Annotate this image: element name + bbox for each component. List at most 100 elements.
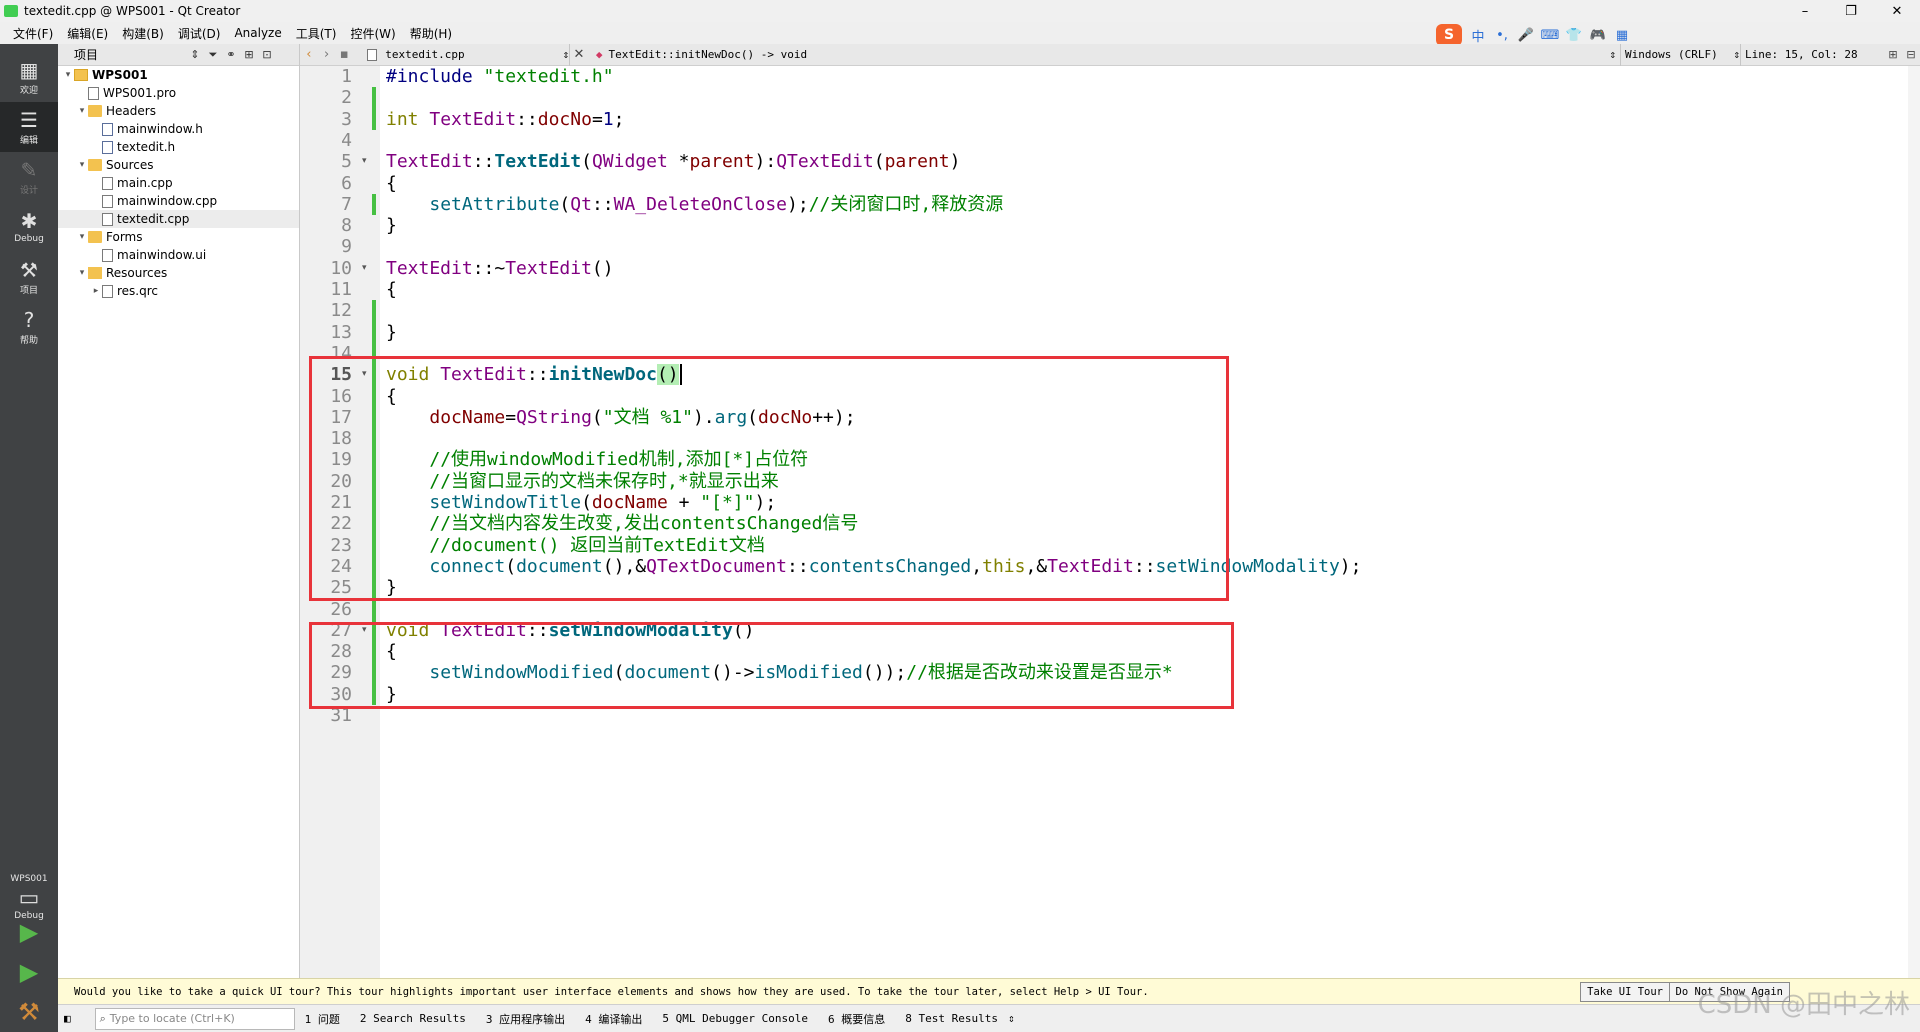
search-icon: ⌕ — [99, 1011, 106, 1025]
output-tab-compile-output[interactable]: 4 编译输出 — [575, 1011, 652, 1027]
output-tab-general-messages[interactable]: 6 概要信息 — [818, 1011, 895, 1027]
tree-item-label: Forms — [106, 230, 143, 244]
tree-item[interactable]: ▸ res.qrc — [58, 282, 299, 300]
line-number: 10 — [330, 258, 352, 279]
lock-icon — [88, 267, 102, 279]
output-tab-search-results[interactable]: 2 Search Results — [350, 1012, 476, 1025]
split-editor-icon[interactable]: ⊞ — [1884, 48, 1902, 61]
fold-arrow-icon[interactable]: ▾ — [362, 151, 367, 172]
code-line: { — [386, 279, 397, 300]
ime-skin-icon[interactable]: 👕 — [1566, 27, 1582, 43]
expand-down-icon[interactable]: ▾ — [76, 232, 88, 242]
tree-item-label: mainwindow.ui — [117, 248, 207, 262]
updown-arrow-icon[interactable]: ⇕ — [186, 48, 204, 61]
expand-down-icon[interactable]: ▾ — [76, 268, 88, 278]
close-panel-icon[interactable]: ⊡ — [258, 48, 276, 61]
tree-item[interactable]: mainwindow.h — [58, 120, 299, 138]
menu-build[interactable]: 构建(B) — [115, 25, 171, 42]
mode-welcome[interactable]: ▦ 欢迎 — [0, 52, 58, 102]
file-icon — [88, 86, 99, 100]
output-tab-test-results[interactable]: 8 Test Results — [895, 1012, 1008, 1025]
fold-arrow-icon[interactable]: ▾ — [362, 258, 367, 279]
menu-help[interactable]: 帮助(H) — [403, 25, 459, 42]
tree-item[interactable]: ▾ Headers — [58, 102, 299, 120]
ime-chinese-mode-icon[interactable]: 中 — [1470, 27, 1486, 45]
take-tour-button[interactable]: Take UI Tour — [1580, 982, 1670, 1002]
code-editor[interactable]: 1 2 3 4 5 ▾ 6 7 8 9 10 ▾ 11 12 13 14 15 ▾ 16 17 18 19 20 21 22 23… — [300, 66, 1920, 978]
pencil-icon: ✎ — [20, 157, 38, 182]
tour-message: Would you like to take a quick UI tour? … — [74, 985, 1149, 998]
forward-icon[interactable]: › — [318, 47, 336, 62]
expand-down-icon[interactable]: ▾ — [62, 70, 74, 80]
line-ending-selector[interactable]: Windows (CRLF) ⇕ — [1620, 43, 1740, 66]
ime-keyboard-icon[interactable]: ⌨ — [1541, 27, 1560, 43]
line-number: 13 — [330, 322, 352, 343]
tree-item[interactable]: ▾ Sources — [58, 156, 299, 174]
close-button[interactable]: ✕ — [1874, 0, 1920, 22]
tree-item[interactable]: mainwindow.cpp — [58, 192, 299, 210]
tree-item[interactable]: ▾ Forms — [58, 228, 299, 246]
symbol-combo[interactable]: ◆ TextEdit::initNewDoc() -> void ⇕ — [596, 44, 1620, 66]
output-tab-qml-console[interactable]: 5 QML Debugger Console — [652, 1012, 818, 1025]
expand-down-icon[interactable]: ▾ — [76, 160, 88, 170]
mode-edit[interactable]: ☰ 编辑 — [0, 102, 58, 152]
hfile-icon — [102, 140, 113, 154]
menu-widgets[interactable]: 控件(W) — [343, 25, 402, 42]
mode-projects[interactable]: ⚒ 项目 — [0, 252, 58, 302]
debug-run-button[interactable]: ▶ — [0, 954, 58, 990]
file-icon — [102, 212, 113, 226]
minimize-button[interactable]: – — [1782, 0, 1828, 22]
close-split-icon[interactable]: ⊟ — [1902, 48, 1920, 61]
tree-item[interactable]: WPS001.pro — [58, 84, 299, 102]
back-icon[interactable]: ‹ — [300, 47, 318, 62]
expand-right-icon[interactable]: ▸ — [90, 286, 102, 296]
ime-toolbox-icon[interactable]: ▦ — [1614, 27, 1630, 43]
build-button[interactable]: ⚒ — [0, 994, 58, 1030]
tree-item[interactable]: mainwindow.ui — [58, 246, 299, 264]
menu-debug[interactable]: 调试(D) — [171, 25, 228, 42]
mode-label: 欢迎 — [19, 85, 38, 96]
tree-item[interactable]: ▾ WPS001 — [58, 66, 299, 84]
tree-item[interactable]: textedit.cpp — [58, 210, 299, 228]
filter-icon[interactable]: ⏷ — [204, 48, 222, 62]
project-view-selector[interactable]: 项目 — [74, 46, 186, 63]
mode-label: 编辑 — [19, 135, 38, 146]
mode-debug[interactable]: ✱ Debug — [0, 202, 58, 252]
maximize-button[interactable]: ❐ — [1828, 0, 1874, 22]
ime-game-icon[interactable]: 🎮 — [1590, 27, 1606, 43]
line-number: 6 — [341, 173, 352, 194]
expand-down-icon[interactable]: ▾ — [76, 106, 88, 116]
open-documents-combo[interactable]: textedit.cpp ⇕ — [363, 43, 571, 66]
tree-item[interactable]: main.cpp — [58, 174, 299, 192]
qt-creator-app-icon — [4, 5, 18, 17]
output-tab-application-output[interactable]: 3 应用程序输出 — [476, 1011, 575, 1027]
ime-punctuation-icon[interactable]: •, — [1494, 27, 1510, 43]
code-line: } — [386, 215, 397, 236]
split-icon[interactable]: ⊞ — [240, 48, 258, 61]
mode-help[interactable]: ? 帮助 — [0, 302, 58, 352]
menu-edit[interactable]: 编辑(E) — [60, 25, 115, 42]
updown-arrow-icon[interactable]: ⇕ — [1008, 1012, 1015, 1025]
ime-voice-icon[interactable]: 🎤 — [1518, 27, 1534, 43]
close-document-icon[interactable]: ✕ — [570, 47, 588, 62]
current-symbol-label: TextEdit::initNewDoc() -> void — [608, 48, 808, 61]
tree-item[interactable]: textedit.h — [58, 138, 299, 156]
locator-placeholder: Type to locate (Ctrl+K) — [109, 1012, 235, 1025]
locator-input[interactable]: ⌕ Type to locate (Ctrl+K) — [94, 1007, 295, 1030]
run-button[interactable]: ▶ — [0, 914, 58, 950]
menu-file[interactable]: 文件(F) — [6, 25, 60, 42]
kit-project-label: WPS001 — [10, 874, 48, 884]
mode-bar: ▦ 欢迎 ☰ 编辑 ✎ 设计 ✱ Debug ⚒ 项目 ? 帮助 WPS001 … — [0, 44, 58, 1032]
mode-design[interactable]: ✎ 设计 — [0, 152, 58, 202]
menu-analyze[interactable]: Analyze — [227, 26, 288, 40]
vertical-scrollbar[interactable] — [1908, 66, 1920, 978]
toggle-sidebar-icon[interactable]: ◧ — [64, 1012, 71, 1025]
cursor-position[interactable]: Line: 15, Col: 28 — [1740, 43, 1880, 66]
symbol-icon: ◆ — [595, 48, 603, 61]
tree-item[interactable]: ▾ Resources — [58, 264, 299, 282]
menu-tools[interactable]: 工具(T) — [289, 25, 344, 42]
output-tab-issues[interactable]: 1 问题 — [295, 1011, 350, 1027]
ui-tour-infobar: Would you like to take a quick UI tour? … — [58, 978, 1920, 1004]
link-icon[interactable]: ⚭ — [222, 48, 240, 61]
code-line: { — [386, 173, 397, 194]
